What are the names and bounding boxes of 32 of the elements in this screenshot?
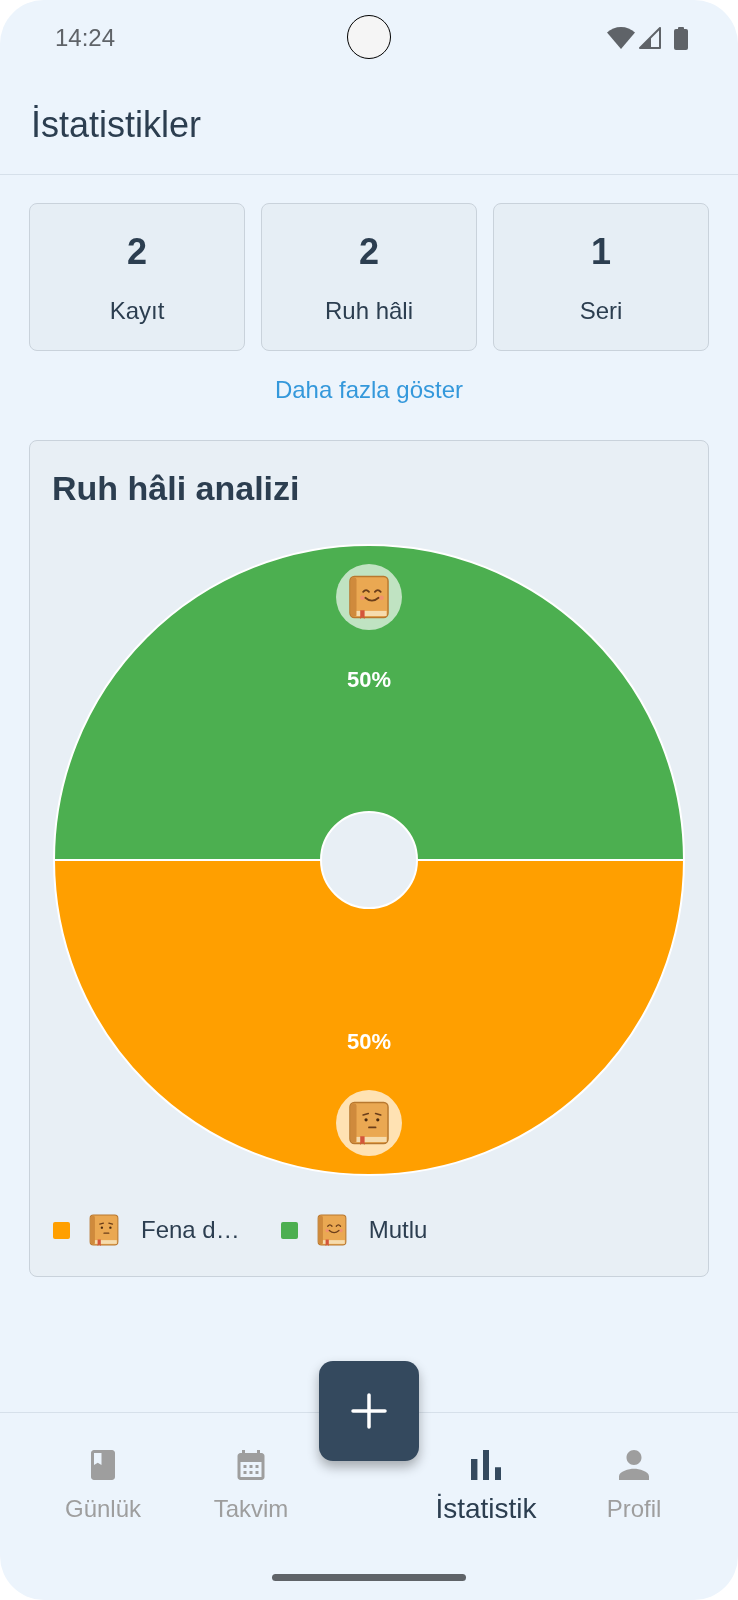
stat-label: Ruh hâli: [324, 296, 414, 326]
nav-tab[interactable]: Günlük: [64, 1450, 141, 1525]
stat-value: 2: [127, 230, 147, 274]
nav-tab[interactable]: Takvim: [213, 1450, 289, 1525]
stat-label: Seri: [579, 296, 623, 326]
stat-value: 1: [591, 230, 611, 274]
calendar-icon: [236, 1450, 266, 1480]
plus-icon: [351, 1393, 387, 1429]
legend-label: Fena d…: [141, 1215, 240, 1245]
legend-label: Mutlu: [368, 1215, 428, 1245]
book-icon: [88, 1450, 118, 1480]
nav-tab[interactable]: İstatistik: [435, 1450, 537, 1525]
slice-percent-label: 50%: [347, 1028, 391, 1054]
stat-label: Kayıt: [109, 296, 165, 326]
stat-value: 2: [359, 230, 379, 274]
camera-cutout-icon: [347, 15, 391, 59]
page-title: İstatistikler: [31, 103, 202, 147]
status-time: 14:24: [55, 23, 116, 53]
nav-tab[interactable]: Profil: [606, 1450, 662, 1525]
battery-icon: [674, 26, 688, 50]
add-button[interactable]: [319, 1361, 419, 1461]
smiling-book-icon: [336, 564, 402, 630]
neutral-book-icon: [336, 1090, 402, 1156]
neutral-book-icon: [89, 1214, 119, 1246]
wifi-icon: [607, 27, 635, 49]
chart-title: Ruh hâli analizi: [52, 468, 301, 508]
person-icon: [619, 1450, 649, 1480]
bar-chart-icon: [471, 1450, 501, 1480]
slice-percent-label: 50%: [347, 666, 391, 692]
signal-icon: [639, 27, 661, 49]
show-more-link[interactable]: Daha fazla göster: [258, 365, 480, 415]
smiling-book-icon: [316, 1214, 347, 1246]
